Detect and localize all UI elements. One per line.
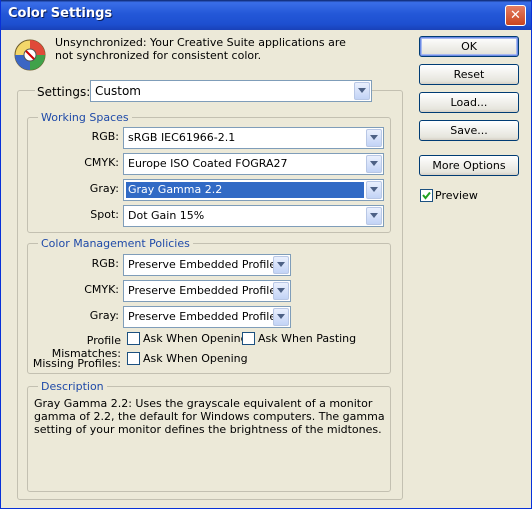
policy-cmyk-value: Preserve Embedded Profiles <box>128 284 282 297</box>
missing-ask-when-opening-label: Ask When Opening <box>143 352 248 365</box>
ws-gray-label: Gray: <box>89 182 119 195</box>
settings-value: Custom <box>95 84 141 98</box>
ok-button[interactable]: OK <box>419 36 519 57</box>
title-bar[interactable]: Color Settings ✕ <box>1 0 531 30</box>
ask-when-pasting-checkbox[interactable] <box>242 332 255 345</box>
ws-rgb-label: RGB: <box>91 130 119 143</box>
policy-gray-dropdown[interactable]: Preserve Embedded Profiles <box>123 306 291 328</box>
chevron-down-icon[interactable] <box>366 207 382 225</box>
chevron-down-icon[interactable] <box>354 82 370 100</box>
chevron-down-icon[interactable] <box>366 155 382 173</box>
chevron-down-icon[interactable] <box>273 282 289 300</box>
policy-gray-value: Preserve Embedded Profiles <box>128 310 282 323</box>
load-button[interactable]: Load... <box>419 92 519 113</box>
ws-gray-value: Gray Gamma 2.2 <box>126 182 364 198</box>
ws-cmyk-label: CMYK: <box>84 156 119 169</box>
missing-profiles-label: Missing Profiles: <box>32 357 121 370</box>
settings-label: Settings: <box>35 84 93 100</box>
ws-spot-dropdown[interactable]: Dot Gain 15% <box>123 205 384 227</box>
reset-button[interactable]: Reset <box>419 64 519 85</box>
policy-rgb-value: Preserve Embedded Profiles <box>128 258 282 271</box>
color-sync-icon <box>14 39 46 71</box>
ws-gray-dropdown[interactable]: Gray Gamma 2.2 <box>123 179 384 201</box>
chevron-down-icon[interactable] <box>366 181 382 199</box>
working-spaces-title: Working Spaces <box>38 111 132 124</box>
ask-when-pasting-label: Ask When Pasting <box>258 332 357 345</box>
ws-spot-value: Dot Gain 15% <box>128 209 205 222</box>
window-title: Color Settings <box>8 6 113 21</box>
more-options-button[interactable]: More Options <box>419 155 519 176</box>
policy-rgb-dropdown[interactable]: Preserve Embedded Profiles <box>123 254 291 276</box>
chevron-down-icon[interactable] <box>366 129 382 147</box>
policy-cmyk-label: CMYK: <box>84 283 119 296</box>
chevron-down-icon[interactable] <box>273 308 289 326</box>
description-title: Description <box>38 380 107 393</box>
save-button[interactable]: Save... <box>419 120 519 141</box>
ws-cmyk-value: Europe ISO Coated FOGRA27 <box>128 157 288 170</box>
ws-rgb-dropdown[interactable]: sRGB IEC61966-2.1 <box>123 127 384 149</box>
ws-spot-label: Spot: <box>90 208 119 221</box>
ask-when-opening-checkbox[interactable] <box>127 332 140 345</box>
color-settings-dialog: Color Settings ✕ Unsynchronized: Your Cr… <box>0 0 532 509</box>
preview-label: Preview <box>435 189 478 202</box>
preview-checkbox[interactable] <box>420 189 433 202</box>
chevron-down-icon[interactable] <box>273 256 289 274</box>
missing-ask-when-opening-checkbox[interactable] <box>127 352 140 365</box>
ask-when-opening-label: Ask When Opening <box>143 332 248 345</box>
policy-cmyk-dropdown[interactable]: Preserve Embedded Profiles <box>123 280 291 302</box>
ws-rgb-value: sRGB IEC61966-2.1 <box>128 131 236 144</box>
checkmark-icon <box>422 191 431 200</box>
policy-gray-label: Gray: <box>89 309 119 322</box>
policies-title: Color Management Policies <box>38 237 193 250</box>
description-text: Gray Gamma 2.2: Uses the grayscale equiv… <box>34 397 385 436</box>
close-button[interactable]: ✕ <box>505 5 526 26</box>
settings-dropdown[interactable]: Custom <box>90 80 372 102</box>
sync-status-message: Unsynchronized: Your Creative Suite appl… <box>55 36 346 62</box>
policy-rgb-label: RGB: <box>91 257 119 270</box>
ws-cmyk-dropdown[interactable]: Europe ISO Coated FOGRA27 <box>123 153 384 175</box>
